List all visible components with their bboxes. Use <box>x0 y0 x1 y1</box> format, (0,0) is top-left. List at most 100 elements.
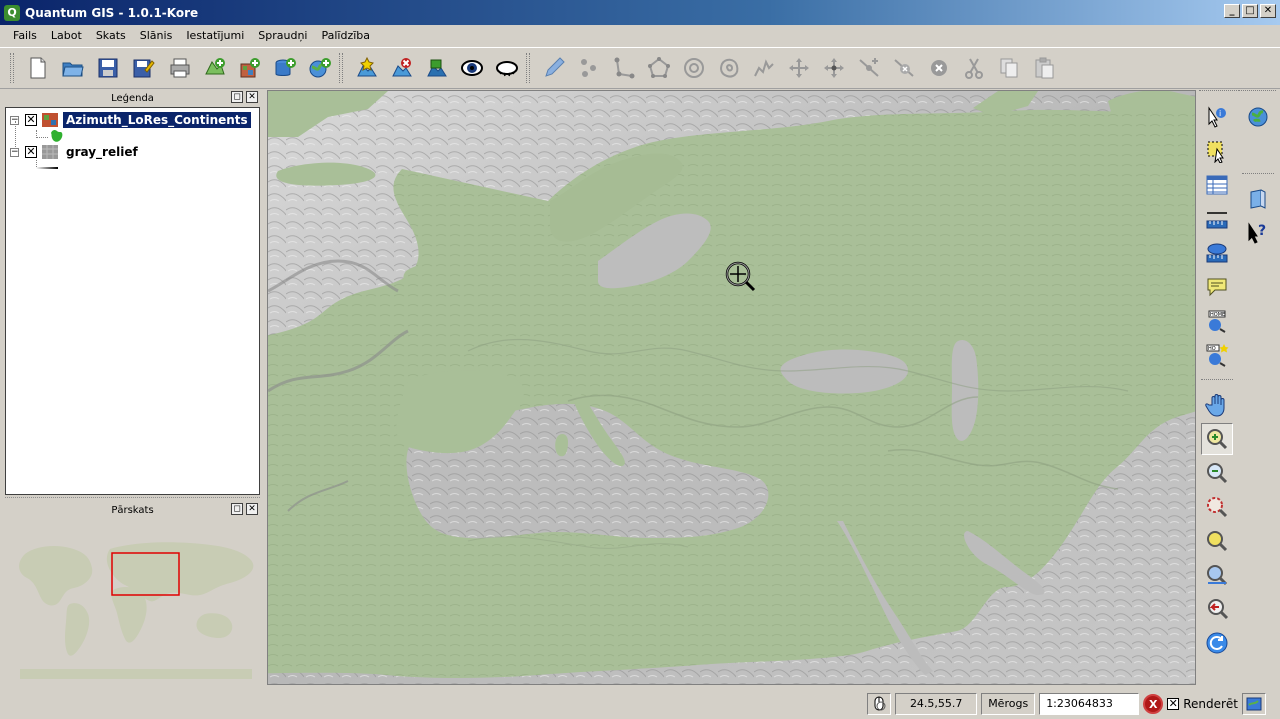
svg-text:?: ? <box>1258 223 1266 239</box>
collapse-toggle[interactable]: − <box>10 147 19 157</box>
simplify-icon <box>753 59 774 77</box>
layer-visibility-checkbox[interactable]: ✕ <box>25 114 37 126</box>
capture-line-icon <box>614 57 634 79</box>
measure-line-button[interactable] <box>1201 203 1233 235</box>
select-features-icon <box>1207 141 1224 163</box>
overview-dock-header: Pārskats <box>5 503 260 517</box>
copy-features-button[interactable] <box>991 51 1026 85</box>
toolbar-grip[interactable] <box>526 53 530 83</box>
add-island-button[interactable] <box>711 51 746 85</box>
zoom-previous-button[interactable] <box>1201 593 1233 625</box>
plugins-toolbar: ? <box>1238 95 1278 255</box>
zoom-out-button[interactable] <box>1201 457 1233 489</box>
maximize-button[interactable]: □ <box>1242 4 1258 18</box>
map-tips-button[interactable] <box>1201 271 1233 303</box>
projection-button[interactable] <box>1242 692 1266 715</box>
menu-layer[interactable]: Slānis <box>133 27 180 44</box>
add-all-to-overview-icon <box>426 59 447 77</box>
new-vector-layer-button[interactable] <box>349 51 384 85</box>
open-attribute-table-button[interactable] <box>1201 169 1233 201</box>
menu-edit[interactable]: Labot <box>44 27 89 44</box>
add-ring-button[interactable] <box>676 51 711 85</box>
scale-input[interactable]: 1:23064833 <box>1039 692 1140 715</box>
move-feature-button[interactable] <box>781 51 816 85</box>
toolbar-grip[interactable] <box>10 53 14 83</box>
help-contents-button[interactable] <box>1242 183 1274 215</box>
add-all-to-overview-button[interactable] <box>419 51 454 85</box>
capture-point-button[interactable] <box>571 51 606 85</box>
remove-layer-button[interactable] <box>384 51 419 85</box>
zoom-full-extent-button[interactable] <box>1201 559 1233 591</box>
overview-close-button[interactable]: ✕ <box>246 503 258 515</box>
toggle-editing-button[interactable] <box>536 51 571 85</box>
add-vertex-button[interactable] <box>851 51 886 85</box>
legend-tree[interactable]: − ✕ Azimuth_LoRes_Continents − ✕ gray_re… <box>5 107 260 495</box>
zoom-to-selection-icon <box>1207 497 1228 518</box>
menu-file[interactable]: Fails <box>6 27 44 44</box>
close-button[interactable]: ✕ <box>1260 4 1276 18</box>
simplify-button[interactable] <box>746 51 781 85</box>
zoom-full-button[interactable]: HOME <box>1201 305 1233 337</box>
pan-button[interactable] <box>1201 389 1233 421</box>
new-project-button[interactable] <box>20 51 55 85</box>
zoom-last-button[interactable]: HO <box>1201 339 1233 371</box>
wms-plugin-button[interactable] <box>1242 101 1274 133</box>
menu-settings[interactable]: Iestatījumi <box>179 27 251 44</box>
menu-view[interactable]: Skats <box>89 27 133 44</box>
measure-area-button[interactable] <box>1201 237 1233 269</box>
pan-hand-icon <box>1205 394 1225 417</box>
map-canvas[interactable] <box>267 90 1196 685</box>
add-vector-layer-button[interactable] <box>197 51 232 85</box>
select-features-button[interactable] <box>1201 135 1233 167</box>
zoom-to-layer-button[interactable] <box>1201 525 1233 557</box>
add-raster-layer-icon <box>240 58 260 78</box>
toggle-coordinate-capture-button[interactable] <box>867 692 892 715</box>
move-vertex-button[interactable] <box>816 51 851 85</box>
layer-visibility-checkbox[interactable]: ✕ <box>25 146 37 158</box>
save-as-button[interactable] <box>125 51 160 85</box>
layer-name[interactable]: gray_relief <box>63 144 141 160</box>
overview-map[interactable] <box>5 519 260 684</box>
legend-layer-row[interactable]: − ✕ Azimuth_LoRes_Continents <box>10 111 251 129</box>
add-island-icon <box>719 58 738 78</box>
zoom-in-button[interactable] <box>1201 423 1233 455</box>
menu-plugins[interactable]: Spraudņi <box>251 27 314 44</box>
overview-title: Pārskats <box>111 504 154 516</box>
render-checkbox[interactable]: ✕ <box>1167 697 1180 710</box>
overview-float-button[interactable]: ◻ <box>231 503 243 515</box>
whats-this-button[interactable]: ? <box>1242 217 1274 249</box>
dock-splitter[interactable] <box>5 497 260 498</box>
identify-features-button[interactable]: i <box>1201 101 1233 133</box>
delete-vertex-button[interactable] <box>886 51 921 85</box>
save-project-button[interactable] <box>90 51 125 85</box>
coordinate-value: 24.5,55.7 <box>909 697 963 710</box>
capture-polygon-button[interactable] <box>641 51 676 85</box>
add-vertex-icon <box>858 58 879 77</box>
delete-selected-button[interactable] <box>921 51 956 85</box>
legend-layer-row[interactable]: − ✕ gray_relief <box>10 143 141 161</box>
print-button[interactable] <box>162 51 197 85</box>
toolbar-grip[interactable] <box>339 53 343 83</box>
show-all-layers-button[interactable] <box>454 51 489 85</box>
render-toggle[interactable]: ✕ Renderēt <box>1167 697 1238 711</box>
add-postgis-layer-button[interactable] <box>267 51 302 85</box>
zoom-to-selection-button[interactable] <box>1201 491 1233 523</box>
paste-features-button[interactable] <box>1026 51 1061 85</box>
stop-render-button[interactable]: X <box>1143 693 1164 714</box>
cut-features-button[interactable] <box>956 51 991 85</box>
legend-float-button[interactable]: ◻ <box>231 91 243 103</box>
capture-line-button[interactable] <box>606 51 641 85</box>
minimize-button[interactable]: _ <box>1224 4 1240 18</box>
toolbar-separator <box>1201 379 1233 380</box>
zoom-previous-icon <box>1208 599 1229 620</box>
refresh-button[interactable] <box>1201 627 1233 659</box>
zoom-out-icon <box>1207 463 1228 484</box>
legend-close-button[interactable]: ✕ <box>246 91 258 103</box>
layer-name[interactable]: Azimuth_LoRes_Continents <box>63 112 251 128</box>
add-wms-layer-button[interactable] <box>302 51 337 85</box>
menu-help[interactable]: Palīdzība <box>315 27 378 44</box>
scale-label-box: Mērogs <box>981 692 1036 715</box>
open-project-button[interactable] <box>55 51 90 85</box>
add-raster-layer-button[interactable] <box>232 51 267 85</box>
hide-all-layers-button[interactable] <box>489 51 524 85</box>
